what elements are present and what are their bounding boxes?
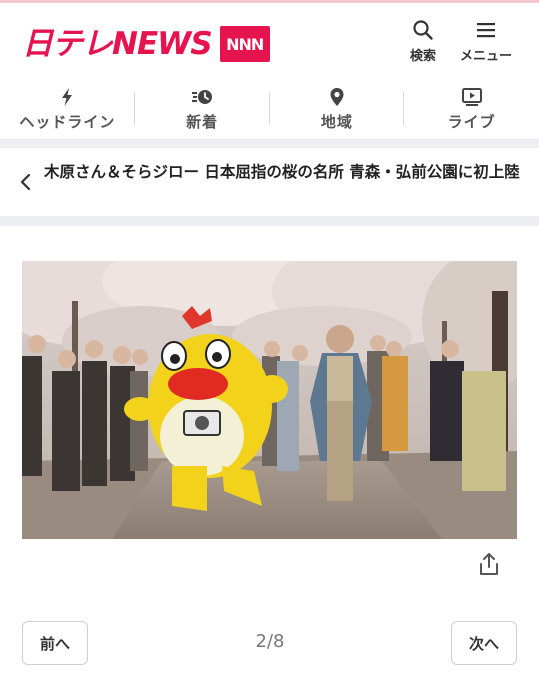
clock-list-icon: [192, 90, 213, 104]
nav-item-latest[interactable]: 新着: [135, 79, 270, 139]
hamburger-icon: [477, 23, 495, 38]
nav-item-label: 地域: [320, 113, 353, 131]
logo-badge: NNN: [219, 26, 270, 62]
logo-text: 日テレNEWS: [22, 26, 213, 62]
site-header: 日テレNEWS NNN 検索 メニュー: [0, 3, 539, 79]
article-photo[interactable]: [22, 261, 517, 539]
nav-item-label: 新着: [186, 113, 219, 131]
nav-item-label: ヘッドライン: [19, 113, 116, 131]
map-pin-icon: [330, 88, 344, 106]
photo-illustration: [22, 261, 517, 539]
search-icon: [413, 20, 433, 40]
chevron-left-icon[interactable]: [18, 172, 34, 192]
logo-badge-text: NNN: [226, 34, 264, 54]
nav-item-region[interactable]: 地域: [270, 79, 405, 139]
category-nav: ヘッドライン 新着 地域 ライブ: [0, 79, 539, 139]
article-title-bar: 木原さん＆そらジロー 日本屈指の桜の名所 青森・弘前公園に初上陸: [0, 148, 539, 216]
play-screen-icon: [461, 88, 482, 106]
nav-item-headline[interactable]: ヘッドライン: [0, 79, 135, 139]
prev-button[interactable]: 前へ: [22, 621, 88, 665]
search-button[interactable]: 検索: [410, 19, 436, 64]
nav-item-label: ライブ: [447, 113, 496, 131]
section-divider: [0, 216, 539, 226]
article-title: 木原さん＆そらジロー 日本屈指の桜の名所 青森・弘前公園に初上陸: [44, 163, 520, 181]
site-logo[interactable]: 日テレNEWS NNN: [22, 25, 270, 63]
lightning-icon: [62, 88, 73, 106]
page-counter: 2/8: [255, 631, 285, 652]
share-icon[interactable]: [477, 551, 501, 577]
menu-button[interactable]: メニュー: [460, 19, 512, 64]
search-label: 検索: [410, 49, 437, 64]
menu-label: メニュー: [460, 49, 513, 64]
next-button[interactable]: 次へ: [451, 621, 517, 665]
section-divider: [0, 139, 539, 148]
nav-item-live[interactable]: ライブ: [404, 79, 539, 139]
